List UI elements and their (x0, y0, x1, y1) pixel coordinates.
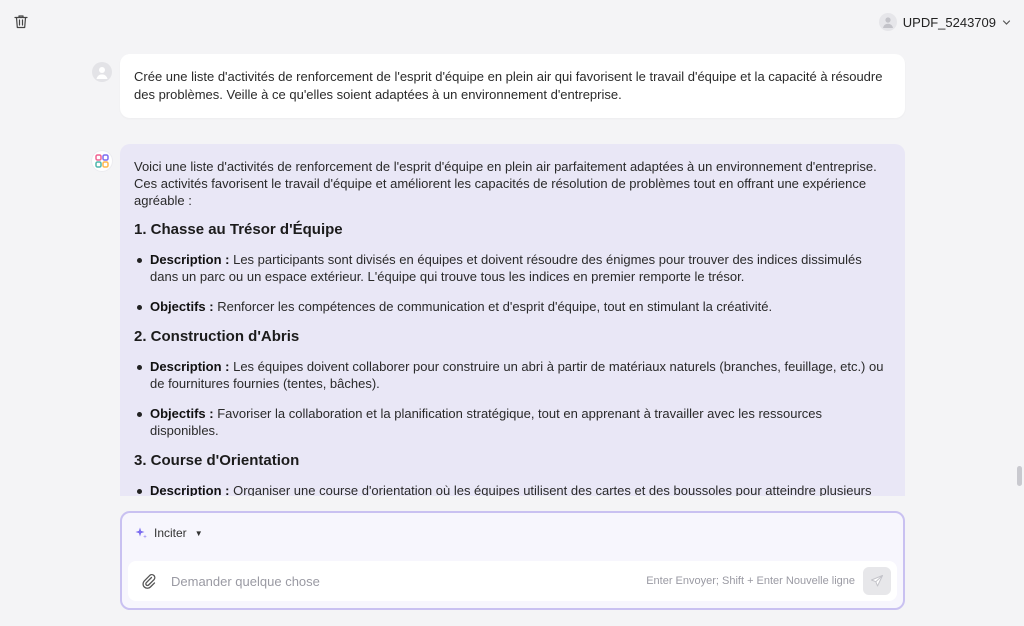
message-input[interactable] (162, 573, 647, 589)
paperclip-icon (142, 573, 156, 589)
keyboard-hint: Enter Envoyer; Shift + Enter Nouvelle li… (646, 575, 855, 587)
message-composer: Inciter ▼ Enter Envoyer; Shift + Enter N… (120, 511, 905, 610)
section-list: Description : Les équipes doivent collab… (134, 358, 891, 439)
ai-assistant-avatar (92, 151, 112, 171)
section-heading: 3. Course d'Orientation (134, 452, 300, 469)
composer-input-row: Enter Envoyer; Shift + Enter Nouvelle li… (128, 561, 897, 601)
user-message-avatar (92, 62, 112, 82)
caret-down-icon: ▼ (194, 528, 203, 538)
prompt-selector[interactable]: Inciter ▼ (134, 526, 203, 540)
item-text: Les participants sont divisés en équipes… (150, 252, 862, 284)
send-button[interactable] (863, 567, 891, 595)
item-label: Objectifs : (150, 406, 214, 421)
item-text: Les équipes doivent collaborer pour cons… (150, 359, 884, 391)
item-text: Renforcer les compétences de communicati… (217, 299, 773, 314)
ai-response: Voici une liste d'activités de renforcem… (120, 144, 905, 496)
chevron-down-icon (1002, 17, 1012, 27)
item-label: Description : (150, 483, 230, 496)
trash-icon (14, 14, 28, 28)
section-list: Description : Les participants sont divi… (134, 251, 891, 315)
send-icon (871, 575, 883, 587)
list-item: Description : Organiser une course d'ori… (134, 482, 891, 496)
ai-intro-text: Voici une liste d'activités de renforcem… (134, 159, 877, 208)
scrollbar-thumb[interactable] (1017, 466, 1022, 486)
item-text: Organiser une course d'orientation où le… (233, 483, 872, 496)
chat-history[interactable]: Crée une liste d'activités de renforceme… (0, 44, 1016, 496)
attach-button[interactable] (136, 568, 162, 594)
user-message: Crée une liste d'activités de renforceme… (120, 54, 905, 118)
list-item: Objectifs : Renforcer les compétences de… (134, 298, 891, 315)
item-label: Description : (150, 359, 230, 374)
section-heading: 2. Construction d'Abris (134, 328, 300, 345)
section-heading: 1. Chasse au Trésor d'Équipe (134, 221, 343, 238)
composer-toolbar: Inciter ▼ (122, 513, 903, 553)
clear-chat-button[interactable] (12, 12, 30, 30)
sparkle-icon (135, 527, 147, 539)
ai-logo-icon (95, 154, 109, 168)
list-item: Description : Les participants sont divi… (134, 251, 891, 285)
user-menu[interactable]: UPDF_5243709 (878, 11, 1012, 33)
list-item: Objectifs : Favoriser la collaboration e… (134, 405, 891, 439)
prompt-label: Inciter (154, 526, 187, 540)
user-name: UPDF_5243709 (902, 14, 996, 30)
list-item: Description : Les équipes doivent collab… (134, 358, 891, 392)
item-text: Favoriser la collaboration et la planifi… (150, 406, 823, 438)
user-avatar (878, 13, 897, 31)
item-label: Description : (150, 252, 230, 267)
top-bar: UPDF_5243709 (0, 0, 1024, 44)
item-label: Objectifs : (150, 299, 214, 314)
section-list: Description : Organiser une course d'ori… (134, 482, 891, 496)
person-icon (882, 17, 893, 28)
person-icon (96, 67, 108, 79)
